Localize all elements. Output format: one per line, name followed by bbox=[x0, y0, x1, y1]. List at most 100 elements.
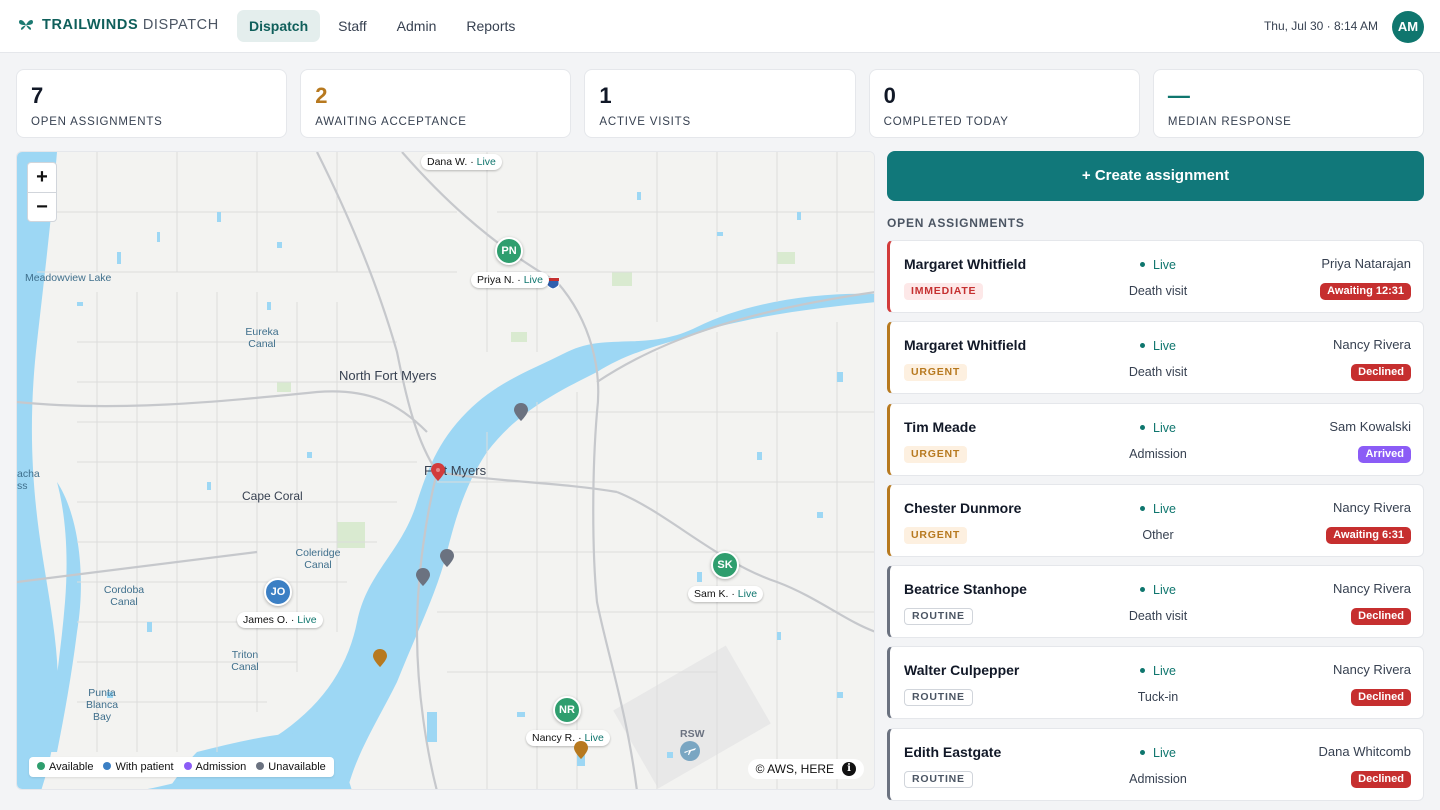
assignment-card[interactable]: Margaret Whitfield URGENT Live Death vis… bbox=[887, 321, 1424, 395]
patient-name: Walter Culpepper bbox=[904, 662, 1020, 679]
stat-completed-today: 0 COMPLETED TODAY bbox=[868, 69, 1140, 138]
stat-awaiting-acceptance: 2 AWAITING ACCEPTANCE bbox=[300, 69, 572, 138]
stat-value: 7 bbox=[31, 83, 44, 108]
stat-open-assignments: 7 OPEN ASSIGNMENTS bbox=[16, 69, 288, 138]
visit-type: Admission bbox=[1129, 446, 1187, 461]
patient-name: Margaret Whitfield bbox=[904, 337, 1027, 354]
butterfly-icon bbox=[19, 20, 33, 30]
live-indicator: Live bbox=[1140, 746, 1176, 760]
top-nav: TRAILWINDS DISPATCH Dispatch Staff Admin… bbox=[0, 0, 1440, 53]
status-badge: Awaiting 6:31 bbox=[1326, 526, 1411, 544]
brand-logo[interactable]: TRAILWINDS DISPATCH bbox=[18, 17, 219, 33]
place-label: Eureka Canal bbox=[245, 326, 279, 350]
legend-admission: Admission bbox=[183, 761, 246, 773]
airport-icon bbox=[680, 741, 700, 761]
staff-marker-sk[interactable]: SK bbox=[711, 551, 739, 579]
live-indicator: Live bbox=[1140, 421, 1176, 435]
patient-pin-icon[interactable] bbox=[574, 741, 588, 759]
assignment-card[interactable]: Chester Dunmore URGENT Live Other Nancy … bbox=[887, 483, 1424, 557]
patient-pin-icon[interactable] bbox=[416, 568, 430, 586]
stat-value: 2 bbox=[315, 83, 328, 108]
main-tabs: Dispatch Staff Admin Reports bbox=[237, 10, 527, 42]
tab-dispatch[interactable]: Dispatch bbox=[237, 10, 321, 42]
stat-label: OPEN ASSIGNMENTS bbox=[31, 116, 163, 128]
stat-value: — bbox=[1167, 83, 1190, 108]
tab-reports[interactable]: Reports bbox=[454, 10, 527, 42]
staff-map-label[interactable]: Dana W. · Live bbox=[421, 154, 502, 170]
assignment-list: Margaret Whitfield IMMEDIATE Live Death … bbox=[887, 240, 1424, 810]
stat-label: ACTIVE VISITS bbox=[599, 116, 691, 128]
visit-type: Death visit bbox=[1128, 284, 1188, 298]
staff-map-label[interactable]: Nancy R. · Live bbox=[526, 730, 610, 746]
assigned-staff: Nancy Rivera bbox=[1332, 337, 1411, 353]
priority-badge: ROUTINE bbox=[904, 608, 973, 626]
place-label: Cordoba Canal bbox=[103, 584, 145, 608]
zoom-out-button[interactable]: − bbox=[28, 192, 56, 221]
place-label: Meadowview Lake bbox=[25, 272, 112, 284]
assigned-staff: Nancy Rivera bbox=[1332, 499, 1411, 515]
place-label: Coleridge Canal bbox=[295, 547, 341, 571]
staff-marker-jo[interactable]: JO bbox=[264, 578, 292, 606]
patient-pin-icon[interactable] bbox=[431, 463, 445, 481]
status-badge: Declined bbox=[1351, 364, 1411, 382]
visit-type: Tuck-in bbox=[1137, 690, 1179, 705]
status-badge: Arrived bbox=[1358, 445, 1411, 463]
tab-admin[interactable]: Admin bbox=[385, 10, 449, 42]
stat-active-visits: 1 ACTIVE VISITS bbox=[584, 69, 856, 138]
priority-badge: ROUTINE bbox=[904, 770, 973, 788]
map-attribution: © AWS, HERE i bbox=[747, 759, 864, 779]
patient-pin-icon[interactable] bbox=[440, 549, 454, 567]
assignment-card[interactable]: Edith Eastgate ROUTINE Live Admission Da… bbox=[887, 727, 1424, 801]
assignment-card[interactable]: Beatrice Stanhope ROUTINE Live Death vis… bbox=[887, 565, 1424, 639]
open-assignments-heading: OPEN ASSIGNMENTS bbox=[887, 216, 1025, 230]
stats-row: 7 OPEN ASSIGNMENTS 2 AWAITING ACCEPTANCE… bbox=[16, 69, 1425, 138]
patient-pin-icon[interactable] bbox=[373, 649, 387, 667]
staff-map-label[interactable]: James O. · Live bbox=[237, 612, 323, 628]
patient-name: Margaret Whitfield bbox=[904, 256, 1027, 272]
status-badge: Declined bbox=[1351, 770, 1411, 788]
priority-badge: ROUTINE bbox=[904, 689, 973, 707]
assigned-staff: Nancy Rivera bbox=[1332, 662, 1411, 678]
info-icon[interactable]: i bbox=[842, 762, 856, 776]
assignment-card[interactable]: Tim Meade URGENT Live Admission Sam Kowa… bbox=[887, 402, 1424, 476]
user-avatar[interactable]: AM bbox=[1392, 11, 1424, 43]
patient-name: Chester Dunmore bbox=[904, 499, 1022, 516]
staff-map-label[interactable]: Sam K. · Live bbox=[688, 586, 764, 602]
zoom-in-button[interactable]: + bbox=[28, 163, 56, 192]
priority-badge: URGENT bbox=[904, 526, 968, 544]
live-indicator: Live bbox=[1140, 339, 1176, 353]
legend-unavailable: Unavailable bbox=[256, 761, 326, 773]
attribution-text: © AWS, HERE bbox=[755, 762, 834, 776]
dispatch-map[interactable]: + − Meadowview Lake Eureka Canal North F… bbox=[16, 151, 875, 790]
place-label: acha ss bbox=[17, 468, 40, 492]
zoom-control: + − bbox=[27, 162, 57, 222]
stat-label: MEDIAN RESPONSE bbox=[1167, 116, 1292, 128]
assignment-card[interactable]: Margaret Whitfield IMMEDIATE Live Death … bbox=[887, 240, 1424, 313]
staff-marker-nr[interactable]: NR bbox=[553, 696, 581, 724]
assignment-card[interactable]: Walter Culpepper ROUTINE Live Tuck-in Na… bbox=[887, 646, 1424, 720]
stat-label: COMPLETED TODAY bbox=[883, 116, 1009, 128]
map-legend: Available With patient Admission Unavail… bbox=[29, 757, 334, 777]
visit-type: Death visit bbox=[1128, 365, 1188, 380]
patient-pin-icon[interactable] bbox=[514, 403, 528, 421]
place-label: Cape Coral bbox=[242, 489, 303, 503]
staff-marker-pn[interactable]: PN bbox=[495, 237, 523, 265]
tab-staff[interactable]: Staff bbox=[326, 10, 379, 42]
patient-name: Beatrice Stanhope bbox=[904, 581, 1027, 598]
staff-map-label[interactable]: Priya N. · Live bbox=[471, 272, 549, 288]
live-indicator: Live bbox=[1140, 664, 1176, 678]
live-indicator: Live bbox=[1140, 583, 1176, 597]
status-badge: Declined bbox=[1351, 689, 1411, 707]
legend-available: Available bbox=[37, 761, 93, 773]
visit-type: Other bbox=[1142, 527, 1174, 542]
visit-type: Death visit bbox=[1128, 609, 1188, 624]
live-indicator: Live bbox=[1140, 502, 1176, 516]
stat-value: 1 bbox=[599, 83, 612, 108]
status-badge: Declined bbox=[1351, 608, 1411, 626]
create-assignment-button[interactable]: + Create assignment bbox=[887, 151, 1424, 201]
place-label: Punta Blanca Bay bbox=[85, 687, 119, 723]
priority-badge: IMMEDIATE bbox=[904, 283, 984, 300]
place-label: North Fort Myers bbox=[339, 368, 437, 383]
status-badge: Awaiting 12:31 bbox=[1320, 283, 1411, 300]
brand-name: TRAILWINDS DISPATCH bbox=[42, 17, 219, 33]
